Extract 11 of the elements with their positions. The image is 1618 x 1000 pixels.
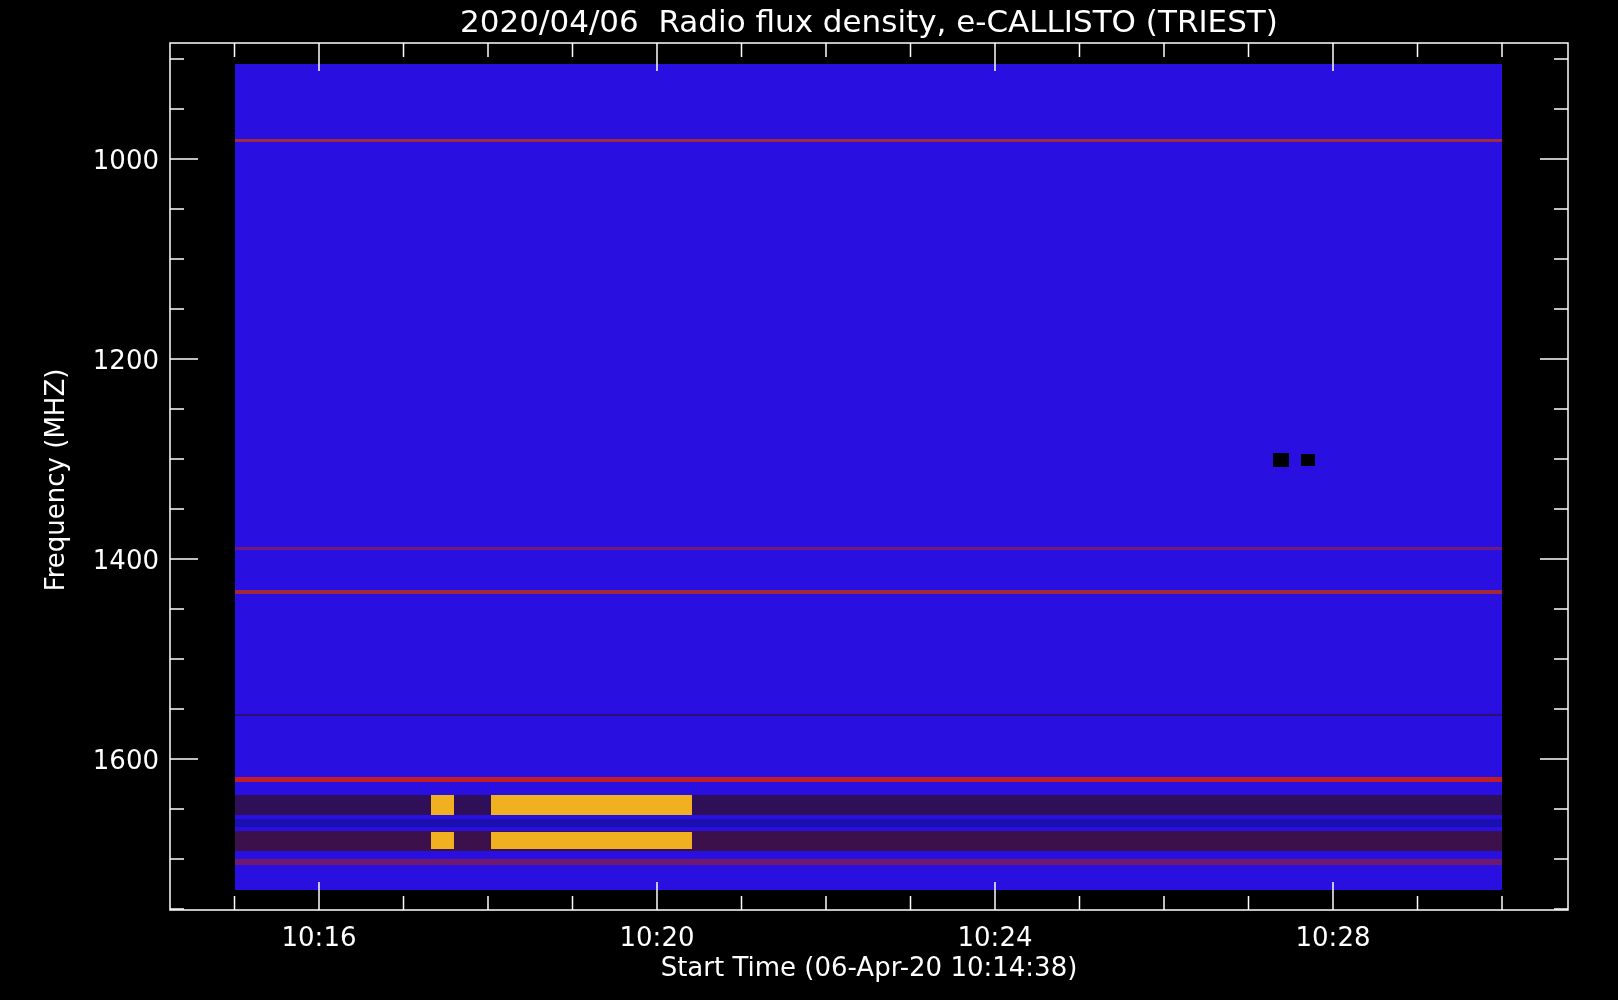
axis-title: Start Time (06-Apr-20 10:14:38) <box>660 952 1078 982</box>
axis-tick-label: 1200 <box>92 345 159 375</box>
axis-tick-label: 1400 <box>92 545 159 575</box>
axis-tick-label: 1000 <box>92 145 159 175</box>
axis-tick-label: 10:24 <box>957 922 1033 952</box>
axis-title: Frequency (MHZ) <box>40 368 70 592</box>
axis-tick-label: 10:20 <box>619 922 695 952</box>
plot-title: 2020/04/06 Radio flux density, e-CALLISTO (TRIEST) <box>460 3 1278 39</box>
axis-tick-label: 1600 <box>92 745 159 775</box>
axis-tick-label: 10:16 <box>281 922 357 952</box>
axis-tick-label: 10:28 <box>1295 922 1371 952</box>
